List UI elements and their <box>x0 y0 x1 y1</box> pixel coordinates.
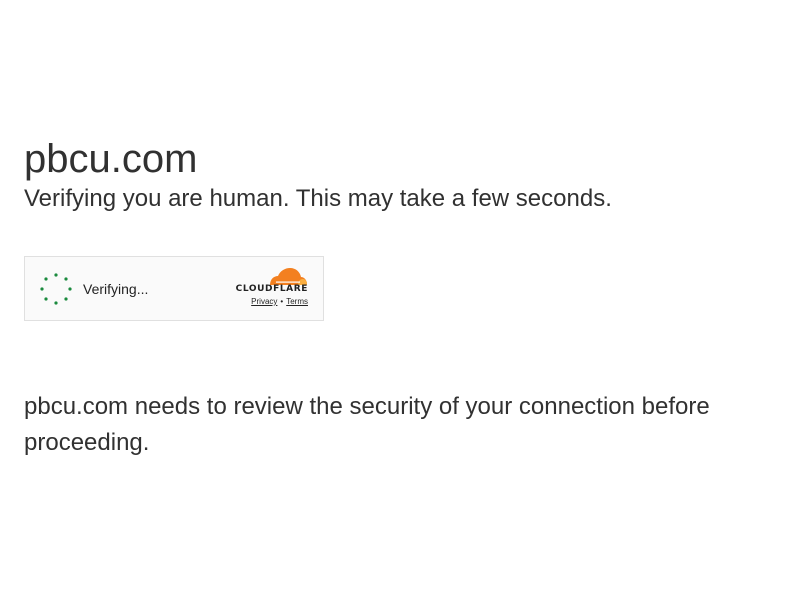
cloudflare-wordmark: CLOUDFLARE <box>235 284 308 294</box>
terms-link[interactable]: Terms <box>286 297 308 306</box>
verifying-status-label: Verifying... <box>83 281 149 297</box>
privacy-link[interactable]: Privacy <box>251 297 277 306</box>
main-content: pbcu.com Verifying you are human. This m… <box>24 136 764 214</box>
security-review-message: pbcu.com needs to review the security of… <box>24 393 710 456</box>
widget-legal-links: Privacy • Terms <box>251 297 308 307</box>
link-separator: • <box>280 297 284 306</box>
site-title: pbcu.com <box>24 137 198 181</box>
challenge-widget[interactable]: Verifying... CLOUDFLARE Privacy • Terms <box>24 256 324 321</box>
verification-subtitle: Verifying you are human. This may take a… <box>24 185 612 212</box>
loading-spinner-icon <box>40 273 72 305</box>
